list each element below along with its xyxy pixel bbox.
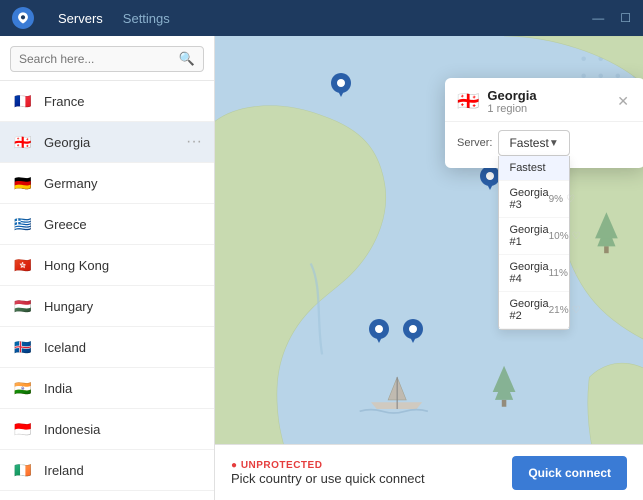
app-logo: [12, 7, 34, 29]
country-name-hungary: Hungary: [44, 299, 202, 314]
server-option-4[interactable]: Georgia #2 21% ♡: [499, 292, 568, 329]
flag-india: 🇮🇳: [12, 377, 34, 399]
server-dropdown-button[interactable]: Fastest ▼: [498, 130, 569, 156]
server-option-name-2: Georgia #1: [509, 224, 548, 248]
flag-france: 🇫🇷: [12, 90, 34, 112]
selected-server: Fastest: [509, 136, 548, 150]
country-item-hungary[interactable]: 🇭🇺 Hungary: [0, 286, 214, 327]
country-item-hong-kong[interactable]: 🇭🇰 Hong Kong: [0, 245, 214, 286]
main-layout: 🔍 🇫🇷 France 🇬🇪 Georgia ··· 🇩🇪 Germany 🇬🇷…: [0, 36, 643, 500]
country-name-france: France: [44, 94, 202, 109]
country-name-indonesia: Indonesia: [44, 422, 202, 437]
server-option-1[interactable]: Georgia #3 9% ♡: [499, 181, 568, 218]
map-pin-3[interactable]: [369, 319, 389, 348]
more-button[interactable]: ···: [186, 133, 202, 151]
status-text: ● UNPROTECTED Pick country or use quick …: [231, 460, 502, 486]
maximize-button[interactable]: ☐: [620, 11, 631, 25]
unprotected-label: ● UNPROTECTED: [231, 460, 502, 471]
server-dropdown-list: Fastest Georgia #3 9% ♡ Georgia #1 10% ♡…: [498, 156, 569, 330]
search-icon: 🔍: [179, 51, 195, 67]
flag-germany: 🇩🇪: [12, 172, 34, 194]
status-message: Pick country or use quick connect: [231, 471, 502, 486]
map-area: 🇬🇪 Georgia 1 region ✕ Server: Fastest ▼: [215, 36, 643, 500]
flag-ireland: 🇮🇪: [12, 459, 34, 481]
flag-hong-kong: 🇭🇰: [12, 254, 34, 276]
titlebar-nav: Servers Settings: [50, 7, 178, 30]
server-load-1: 9% ♡: [549, 194, 575, 205]
country-item-greece[interactable]: 🇬🇷 Greece: [0, 204, 214, 245]
server-option-3[interactable]: Georgia #4 11% ♡: [499, 255, 568, 292]
country-item-israel[interactable]: 🇮🇱 Israel: [0, 491, 214, 500]
popup-body: Server: Fastest ▼ Fastest Georgia #3 9% …: [445, 122, 643, 168]
country-item-india[interactable]: 🇮🇳 India: [0, 368, 214, 409]
minimize-button[interactable]: —: [592, 11, 604, 25]
quick-connect-button[interactable]: Quick connect: [512, 456, 627, 490]
map-pin-1[interactable]: [331, 73, 351, 102]
favorite-icon-1[interactable]: ♡: [566, 194, 575, 205]
favorite-icon-3[interactable]: ♡: [571, 268, 580, 279]
flag-hungary: 🇭🇺: [12, 295, 34, 317]
search-input-wrap[interactable]: 🔍: [10, 46, 204, 72]
search-bar: 🔍: [0, 36, 214, 81]
favorite-icon-4[interactable]: ♡: [572, 305, 581, 316]
server-option-2[interactable]: Georgia #1 10% ♡: [499, 218, 568, 255]
country-item-france[interactable]: 🇫🇷 France: [0, 81, 214, 122]
server-option-name-3: Georgia #4: [509, 261, 548, 285]
country-name-greece: Greece: [44, 217, 202, 232]
nav-servers[interactable]: Servers: [50, 7, 111, 30]
server-popup: 🇬🇪 Georgia 1 region ✕ Server: Fastest ▼: [445, 78, 643, 168]
server-dropdown-wrap: Fastest ▼ Fastest Georgia #3 9% ♡ Georgi…: [498, 130, 569, 156]
country-name-hong-kong: Hong Kong: [44, 258, 202, 273]
country-item-georgia[interactable]: 🇬🇪 Georgia ···: [0, 122, 214, 163]
flag-greece: 🇬🇷: [12, 213, 34, 235]
popup-region: 1 region: [487, 103, 605, 115]
server-load-4: 21% ♡: [549, 305, 581, 316]
favorite-icon-2[interactable]: ♡: [572, 231, 581, 242]
country-item-germany[interactable]: 🇩🇪 Germany: [0, 163, 214, 204]
country-item-indonesia[interactable]: 🇮🇩 Indonesia: [0, 409, 214, 450]
country-name-iceland: Iceland: [44, 340, 202, 355]
popup-info: Georgia 1 region: [487, 88, 605, 115]
bottom-bar: ● UNPROTECTED Pick country or use quick …: [215, 444, 643, 500]
flag-iceland: 🇮🇸: [12, 336, 34, 358]
server-option-0[interactable]: Fastest: [499, 156, 568, 181]
search-input[interactable]: [19, 52, 179, 66]
nav-settings[interactable]: Settings: [115, 7, 178, 30]
server-load-2: 10% ♡: [549, 231, 581, 242]
country-list: 🇫🇷 France 🇬🇪 Georgia ··· 🇩🇪 Germany 🇬🇷 G…: [0, 81, 214, 500]
country-name-georgia: Georgia: [44, 135, 176, 150]
map-pin-4[interactable]: [403, 319, 423, 348]
server-load-3: 11% ♡: [549, 268, 580, 279]
country-item-ireland[interactable]: 🇮🇪 Ireland: [0, 450, 214, 491]
map-pin-2[interactable]: [480, 166, 500, 195]
server-option-name-1: Georgia #3: [509, 187, 548, 211]
server-option-name-0: Fastest: [509, 162, 545, 174]
country-name-ireland: Ireland: [44, 463, 202, 478]
popup-close-button[interactable]: ✕: [613, 91, 633, 112]
country-name-germany: Germany: [44, 176, 202, 191]
popup-flag: 🇬🇪: [457, 91, 479, 112]
country-item-iceland[interactable]: 🇮🇸 Iceland: [0, 327, 214, 368]
flag-indonesia: 🇮🇩: [12, 418, 34, 440]
titlebar: Servers Settings — ☐: [0, 0, 643, 36]
flag-georgia: 🇬🇪: [12, 131, 34, 153]
popup-header: 🇬🇪 Georgia 1 region ✕: [445, 78, 643, 122]
server-option-name-4: Georgia #2: [509, 298, 548, 322]
dropdown-arrow-icon: ▼: [549, 138, 559, 149]
sidebar: 🔍 🇫🇷 France 🇬🇪 Georgia ··· 🇩🇪 Germany 🇬🇷…: [0, 36, 215, 500]
server-label: Server: Fastest ▼ Fastest Georgia #3 9% …: [457, 130, 633, 156]
window-controls: — ☐: [592, 11, 631, 25]
popup-country: Georgia: [487, 88, 605, 103]
country-name-india: India: [44, 381, 202, 396]
